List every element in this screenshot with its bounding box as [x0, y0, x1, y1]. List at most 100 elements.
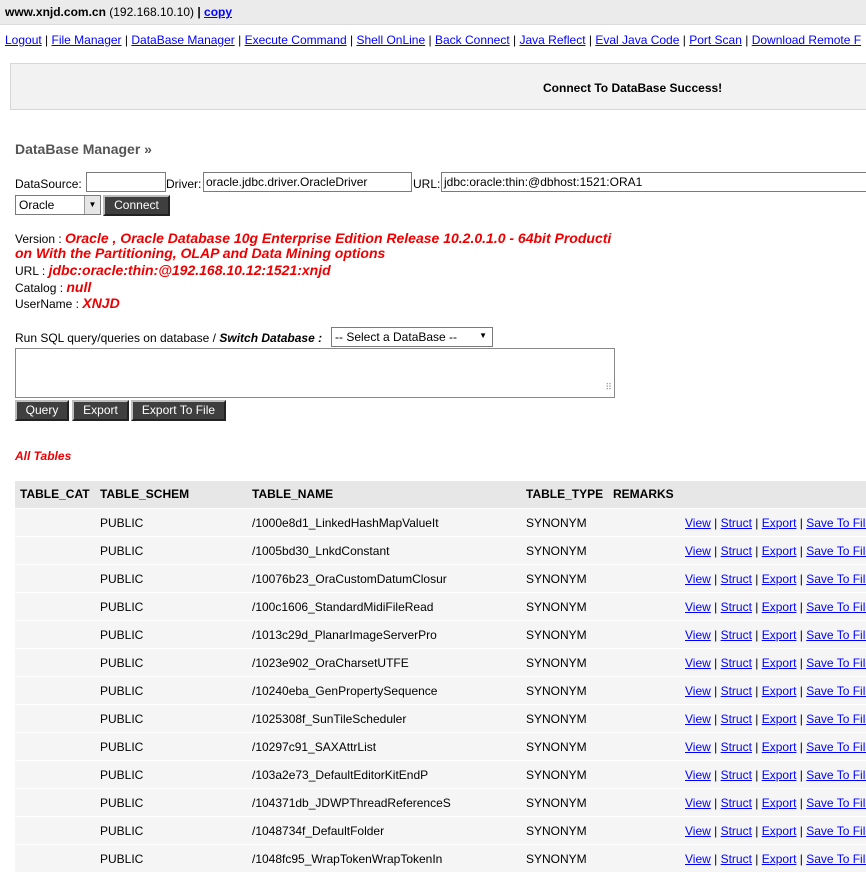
export-link[interactable]: Export: [762, 796, 797, 810]
datasource-input[interactable]: [86, 172, 166, 192]
export-to-file-button[interactable]: Export To File: [131, 400, 226, 421]
save-to-file-link[interactable]: Save To File: [806, 768, 866, 782]
resize-grip-icon[interactable]: ⠿: [602, 383, 612, 395]
view-link[interactable]: View: [685, 516, 711, 530]
export-link[interactable]: Export: [762, 628, 797, 642]
catalog-value: null: [66, 279, 92, 295]
save-to-file-link[interactable]: Save To File: [806, 516, 866, 530]
catalog-row: Catalog : null: [15, 279, 91, 295]
export-link[interactable]: Export: [762, 740, 797, 754]
struct-link[interactable]: Struct: [721, 768, 752, 782]
export-link[interactable]: Export: [762, 684, 797, 698]
copy-link[interactable]: copy: [204, 5, 232, 19]
save-to-file-link[interactable]: Save To File: [806, 544, 866, 558]
view-link[interactable]: View: [685, 544, 711, 558]
export-link[interactable]: Export: [762, 824, 797, 838]
save-to-file-link[interactable]: Save To File: [806, 852, 866, 866]
cell-table-schem: PUBLIC: [100, 740, 144, 754]
view-link[interactable]: View: [685, 768, 711, 782]
export-link[interactable]: Export: [762, 572, 797, 586]
view-link[interactable]: View: [685, 796, 711, 810]
nav-link-shell-online[interactable]: Shell OnLine: [356, 33, 425, 47]
nav-separator: |: [349, 33, 354, 47]
view-link[interactable]: View: [685, 740, 711, 754]
driver-input[interactable]: oracle.jdbc.driver.OracleDriver: [203, 172, 412, 192]
nav-link-download-remote-f[interactable]: Download Remote F: [752, 33, 861, 47]
main-nav: Logout | File Manager | DataBase Manager…: [5, 33, 861, 47]
export-link[interactable]: Export: [762, 516, 797, 530]
db-type-select[interactable]: Oracle ▼: [15, 195, 101, 215]
nav-link-database-manager[interactable]: DataBase Manager: [131, 33, 234, 47]
export-link[interactable]: Export: [762, 544, 797, 558]
row-actions: View | Struct | Export | Save To File: [685, 628, 866, 642]
struct-link[interactable]: Struct: [721, 544, 752, 558]
table-row: PUBLIC/1000e8d1_LinkedHashMapValueIt SYNO…: [15, 509, 866, 537]
view-link[interactable]: View: [685, 852, 711, 866]
save-to-file-link[interactable]: Save To File: [806, 824, 866, 838]
view-link[interactable]: View: [685, 628, 711, 642]
export-link[interactable]: Export: [762, 768, 797, 782]
save-to-file-link[interactable]: Save To File: [806, 600, 866, 614]
export-link[interactable]: Export: [762, 600, 797, 614]
nav-link-logout[interactable]: Logout: [5, 33, 42, 47]
status-message: Connect To DataBase Success!: [543, 81, 723, 95]
view-link[interactable]: View: [685, 656, 711, 670]
save-to-file-link[interactable]: Save To File: [806, 684, 866, 698]
save-to-file-link[interactable]: Save To File: [806, 712, 866, 726]
save-to-file-link[interactable]: Save To File: [806, 656, 866, 670]
database-select[interactable]: -- Select a DataBase -- ▼: [331, 327, 493, 347]
export-button[interactable]: Export: [72, 400, 129, 421]
save-to-file-link[interactable]: Save To File: [806, 572, 866, 586]
connect-button[interactable]: Connect: [103, 195, 170, 216]
url-input[interactable]: jdbc:oracle:thin:@dbhost:1521:ORA1: [441, 172, 866, 192]
save-to-file-link[interactable]: Save To File: [806, 796, 866, 810]
cell-table-schem: PUBLIC: [100, 544, 144, 558]
view-link[interactable]: View: [685, 600, 711, 614]
struct-link[interactable]: Struct: [721, 852, 752, 866]
nav-link-execute-command[interactable]: Execute Command: [245, 33, 347, 47]
save-to-file-link[interactable]: Save To File: [806, 740, 866, 754]
version-row: Version : Oracle , Oracle Database 10g E…: [15, 230, 611, 246]
nav-separator: |: [238, 33, 242, 47]
struct-link[interactable]: Struct: [721, 516, 752, 530]
struct-link[interactable]: Struct: [721, 628, 752, 642]
nav-link-file-manager[interactable]: File Manager: [52, 33, 122, 47]
view-link[interactable]: View: [685, 572, 711, 586]
row-actions: View | Struct | Export | Save To File: [685, 740, 866, 754]
struct-link[interactable]: Struct: [721, 796, 752, 810]
struct-link[interactable]: Struct: [721, 712, 752, 726]
struct-link[interactable]: Struct: [721, 684, 752, 698]
cell-table-name: /1000e8d1_LinkedHashMapValueIt: [252, 516, 439, 530]
struct-link[interactable]: Struct: [721, 600, 752, 614]
query-button[interactable]: Query: [15, 400, 69, 421]
table-row: PUBLIC/100c1606_StandardMidiFileRead SYNO…: [15, 593, 866, 621]
url-info-label: URL :: [15, 264, 46, 278]
view-link[interactable]: View: [685, 712, 711, 726]
nav-link-back-connect[interactable]: Back Connect: [435, 33, 510, 47]
page-title: DataBase Manager »: [15, 141, 152, 157]
view-link[interactable]: View: [685, 824, 711, 838]
struct-link[interactable]: Struct: [721, 656, 752, 670]
cell-table-type: SYNONYM: [526, 712, 587, 726]
status-message-box: Connect To DataBase Success!: [10, 63, 866, 110]
export-link[interactable]: Export: [762, 712, 797, 726]
table-header: TABLE_CAT TABLE_SCHEM TABLE_NAME TABLE_T…: [15, 481, 866, 508]
row-actions: View | Struct | Export | Save To File: [685, 684, 866, 698]
table-row: PUBLIC/1013c29d_PlanarImageServerPro SYNO…: [15, 621, 866, 649]
export-link[interactable]: Export: [762, 852, 797, 866]
switch-db-label: Switch Database :: [219, 331, 323, 345]
cell-table-schem: PUBLIC: [100, 824, 144, 838]
nav-link-eval-java-code[interactable]: Eval Java Code: [595, 33, 679, 47]
nav-link-java-reflect[interactable]: Java Reflect: [520, 33, 586, 47]
struct-link[interactable]: Struct: [721, 824, 752, 838]
cell-table-name: /100c1606_StandardMidiFileRead: [252, 600, 434, 614]
nav-link-port-scan[interactable]: Port Scan: [689, 33, 742, 47]
struct-link[interactable]: Struct: [721, 572, 752, 586]
view-link[interactable]: View: [685, 684, 711, 698]
sql-query-textarea[interactable]: ⠿: [15, 348, 615, 398]
cell-table-name: /1005bd30_LnkdConstant: [252, 544, 390, 558]
struct-link[interactable]: Struct: [721, 740, 752, 754]
export-link[interactable]: Export: [762, 656, 797, 670]
save-to-file-link[interactable]: Save To File: [806, 628, 866, 642]
url-info-value: jdbc:oracle:thin:@192.168.10.12:1521:xnj…: [48, 262, 331, 278]
